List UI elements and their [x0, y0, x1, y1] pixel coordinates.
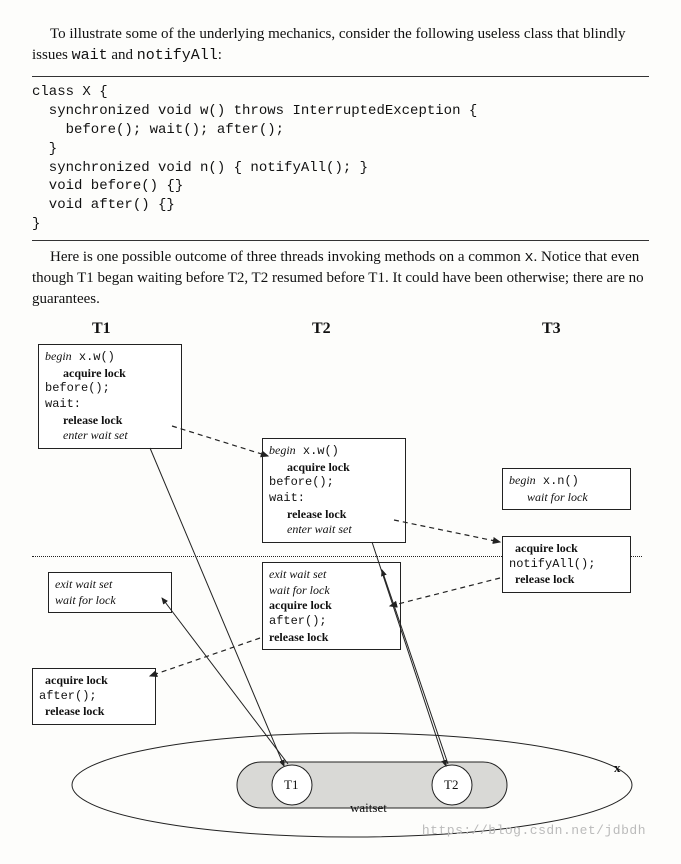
watermark: https://blog.csdn.net/jdbdh [422, 823, 646, 838]
box-t1-begin: begin x.w() acquire lock before(); wait:… [38, 344, 182, 449]
col-head-t1: T1 [92, 320, 111, 338]
rule-top [32, 76, 649, 77]
thread-diagram: T1 T2 T3 begin x.w() acquire lock before… [32, 320, 652, 840]
box-t1-acquire: acquire lock after(); release lock [32, 668, 156, 725]
x-label: x [614, 760, 621, 776]
waitset-t1-label: T1 [284, 777, 298, 793]
col-head-t3: T3 [542, 320, 561, 338]
box-t2-exit: exit wait set wait for lock acquire lock… [262, 562, 401, 650]
box-t3-notify: acquire lock notifyAll(); release lock [502, 536, 631, 593]
box-t1-exit: exit wait set wait for lock [48, 572, 172, 613]
waitset-label: waitset [350, 800, 387, 816]
col-head-t2: T2 [312, 320, 331, 338]
intro-paragraph-1: To illustrate some of the underlying mec… [32, 24, 649, 66]
rule-bottom [32, 240, 649, 241]
box-t2-begin: begin x.w() acquire lock before(); wait:… [262, 438, 406, 543]
waitset-t2-label: T2 [444, 777, 458, 793]
intro-paragraph-2: Here is one possible outcome of three th… [32, 247, 649, 310]
code-block: class X { synchronized void w() throws I… [32, 83, 649, 234]
box-t3-begin: begin x.n() wait for lock [502, 468, 631, 510]
